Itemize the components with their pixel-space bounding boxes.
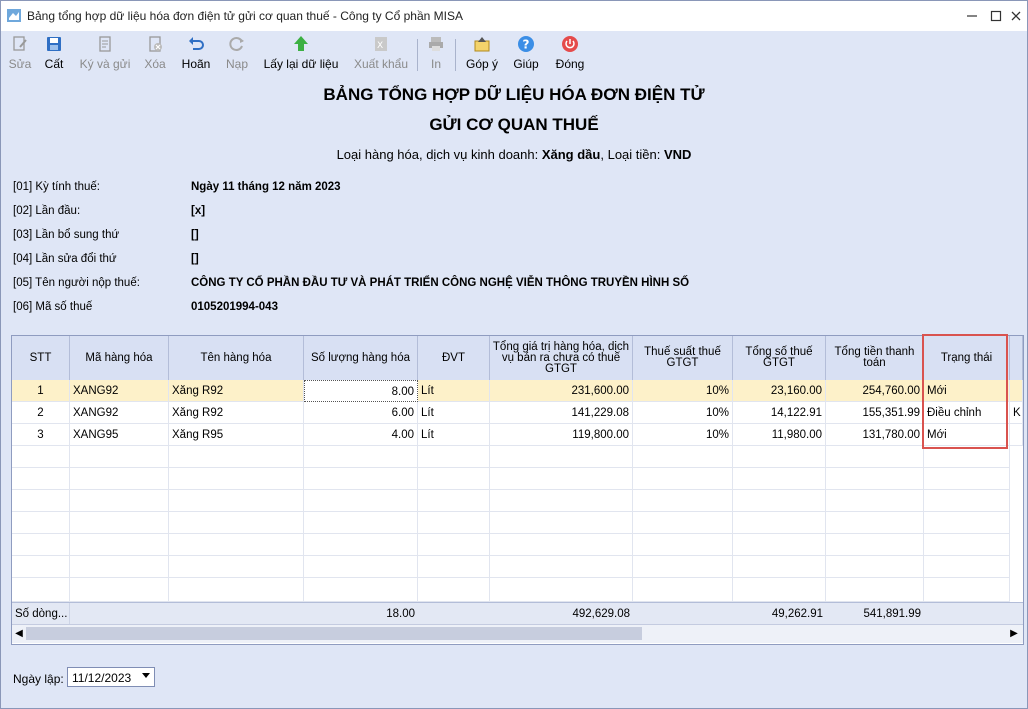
- empty-row: [12, 578, 1023, 602]
- empty-row: [12, 556, 1023, 578]
- header-extra: [1010, 336, 1023, 380]
- save-icon: [47, 37, 61, 51]
- feedback-button[interactable]: Góp ý: [463, 35, 501, 75]
- report-subtitle: Loại hàng hóa, dịch vụ kinh doanh: Xăng …: [336, 147, 692, 162]
- empty-row: [12, 512, 1023, 534]
- empty-row: [12, 446, 1023, 468]
- report-content: BẢNG TỔNG HỢP DỮ LIỆU HÓA ĐƠN ĐIỆN TỬ GỬ…: [1, 77, 1027, 708]
- scroll-thumb[interactable]: [26, 627, 642, 640]
- header-stt[interactable]: STT: [12, 336, 70, 380]
- report-title-line1: BẢNG TỔNG HỢP DỮ LIỆU HÓA ĐƠN ĐIỆN TỬ: [323, 85, 705, 104]
- report-title-line2: GỬI CƠ QUAN THUẾ: [429, 115, 599, 134]
- header-code[interactable]: Mã hàng hóa: [70, 336, 169, 380]
- qty-cell-focused[interactable]: 8.00: [304, 380, 418, 402]
- header-qty[interactable]: Số lượng hàng hóa: [304, 336, 418, 380]
- save-button[interactable]: Cất: [41, 35, 67, 75]
- help-icon: ?: [518, 36, 534, 52]
- close-icon: [1011, 11, 1021, 21]
- toolbar-separator: [417, 39, 418, 71]
- close-form-button[interactable]: Đóng: [553, 35, 587, 75]
- refresh-icon: [229, 37, 244, 51]
- header-value[interactable]: Tổng giá trị hàng hóa, dịch vụ bán ra ch…: [490, 336, 633, 380]
- goods-type: Xăng dầu: [541, 147, 601, 162]
- footer-tax: 49,262.91: [771, 608, 823, 620]
- table-row[interactable]: 3 XANG95 Xăng R95 4.00 Lít 119,800.00 10…: [12, 424, 1023, 446]
- maximize-button[interactable]: [987, 7, 1005, 25]
- scroll-left-icon[interactable]: ◀: [13, 627, 25, 641]
- window-title: Bảng tổng hợp dữ liệu hóa đơn điện tử gử…: [27, 9, 463, 23]
- header-tax[interactable]: Tổng số thuế GTGT: [733, 336, 826, 380]
- minimize-icon: [967, 15, 977, 17]
- row-count-label: Số dòng...: [12, 603, 70, 625]
- empty-row: [12, 468, 1023, 490]
- currency: VND: [663, 147, 692, 162]
- footer-qty: 18.00: [386, 608, 415, 620]
- undo-button[interactable]: Hoãn: [179, 35, 213, 75]
- print-button[interactable]: In: [425, 35, 447, 75]
- date-picker[interactable]: 11/12/2023: [67, 667, 155, 687]
- help-button[interactable]: ? Giúp: [511, 35, 541, 75]
- status-column-highlight: [922, 334, 1008, 449]
- app-icon: [7, 9, 21, 22]
- empty-row: [12, 490, 1023, 512]
- grid-header: STT Mã hàng hóa Tên hàng hóa Số lượng hà…: [12, 336, 1023, 381]
- header-name[interactable]: Tên hàng hóa: [169, 336, 304, 380]
- date-value[interactable]: 11/12/2023: [72, 671, 131, 685]
- invoice-grid[interactable]: STT Mã hàng hóa Tên hàng hóa Số lượng hà…: [11, 335, 1024, 645]
- reload-data-icon: [294, 36, 308, 51]
- table-row[interactable]: 1 XANG92 Xăng R92 8.00 Lít 231,600.00 10…: [12, 380, 1023, 402]
- chevron-down-icon[interactable]: [142, 673, 150, 678]
- grid-footer: Số dòng... 18.00 492,629.08 49,262.91 54…: [12, 602, 1023, 625]
- edit-button[interactable]: Sửa: [7, 35, 33, 75]
- delete-button[interactable]: Xóa: [141, 35, 169, 75]
- print-icon: [429, 37, 443, 51]
- sign-send-icon: [99, 36, 111, 52]
- sign-send-button[interactable]: Ký và gửi: [79, 35, 131, 75]
- header-total[interactable]: Tổng tiền thanh toán: [826, 336, 924, 380]
- edit-icon: [13, 36, 27, 51]
- horizontal-scrollbar[interactable]: ◀ ▶: [12, 624, 1023, 643]
- delete-icon: [149, 36, 162, 52]
- svg-text:?: ?: [523, 38, 530, 52]
- header-rate[interactable]: Thuế suất thuế GTGT: [633, 336, 733, 380]
- feedback-icon: [474, 37, 490, 52]
- empty-row: [12, 534, 1023, 556]
- scroll-right-icon[interactable]: ▶: [1008, 627, 1020, 641]
- svg-text:X: X: [377, 41, 383, 51]
- footer-value: 492,629.08: [572, 608, 630, 620]
- export-button[interactable]: X Xuất khẩu: [353, 35, 409, 75]
- undo-icon: [189, 37, 204, 50]
- export-icon: X: [375, 37, 387, 51]
- toolbar-separator: [455, 39, 456, 71]
- header-unit[interactable]: ĐVT: [418, 336, 490, 380]
- table-row[interactable]: 2 XANG92 Xăng R92 6.00 Lít 141,229.08 10…: [12, 402, 1023, 424]
- minimize-button[interactable]: [963, 7, 981, 25]
- footer-total: 541,891.99: [863, 608, 921, 620]
- title-bar: Bảng tổng hợp dữ liệu hóa đơn điện tử gử…: [1, 1, 1027, 31]
- reload-data-button[interactable]: Lấy lại dữ liệu: [263, 35, 339, 75]
- main-window: Bảng tổng hợp dữ liệu hóa đơn điện tử gử…: [0, 0, 1028, 709]
- maximize-icon: [990, 10, 1002, 22]
- toolbar: Sửa Cất Ký và gửi Xóa Hoãn Nạp Lấy lại d…: [1, 31, 1027, 77]
- date-label: Ngày lập:: [13, 672, 64, 686]
- close-window-button[interactable]: [1007, 7, 1025, 25]
- refresh-button[interactable]: Nạp: [223, 35, 251, 75]
- close-power-icon: [562, 36, 578, 52]
